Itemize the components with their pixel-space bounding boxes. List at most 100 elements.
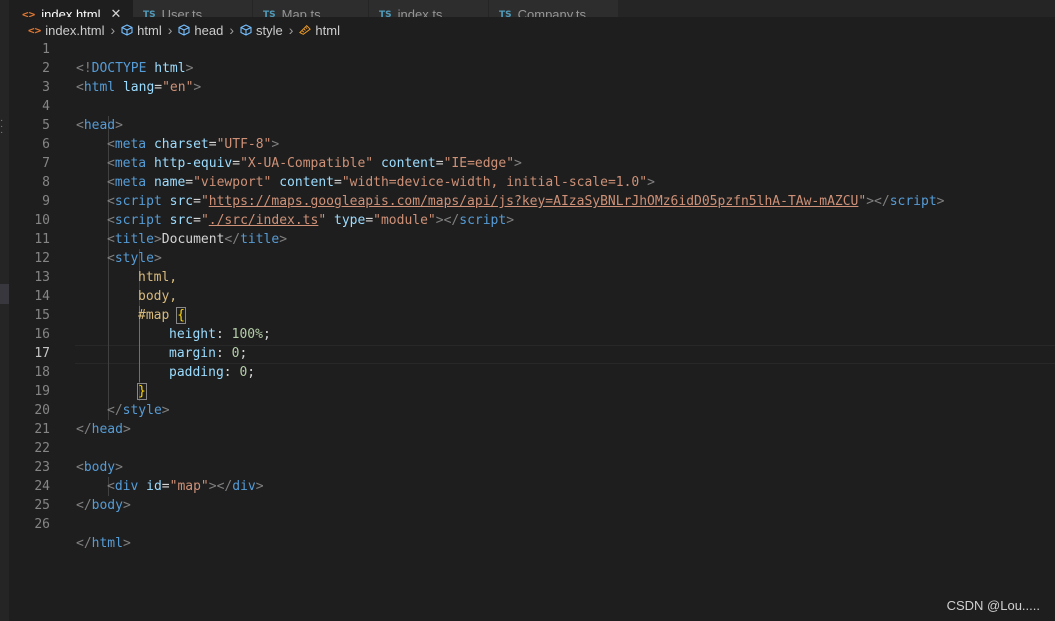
code-line-7: <meta name="viewport" content="width=dev… [107, 175, 655, 190]
token: name [153, 175, 186, 190]
breadcrumb-html[interactable]: html [121, 23, 162, 38]
token: = [154, 80, 163, 95]
token: src [169, 194, 194, 209]
typescript-file-icon: TS [499, 9, 512, 18]
token: #map [138, 308, 170, 323]
token: ; [247, 365, 256, 380]
breadcrumb-file[interactable]: <> index.html [28, 23, 105, 38]
code-line-12: html, [9, 249, 177, 285]
more-actions-icon[interactable]: · · · [0, 116, 3, 138]
token: lang [122, 80, 155, 95]
token: " [200, 194, 209, 209]
code-line-17: padding: 0; [9, 344, 255, 380]
bracket-match: } [137, 383, 147, 400]
token: src [169, 213, 194, 228]
token: body [91, 498, 123, 513]
symbol-cube-icon [240, 24, 252, 36]
code-line-1: <!DOCTYPE html> [9, 40, 193, 76]
token: meta [114, 156, 147, 171]
token: 100% [231, 327, 263, 342]
code-editor[interactable]: 1 2 3 4 5 6 7 8 9 10 11 12 13 14 15 16 17 18 19 20 21 22 23 24 2… [9, 40, 1055, 621]
token: "IE=edge" [443, 156, 515, 171]
code-line-15: height: 100%; [9, 306, 271, 342]
breadcrumb-label: html [315, 22, 340, 38]
code-line-4: <head> [76, 118, 123, 133]
token: padding [169, 365, 224, 380]
tab-index-ts[interactable]: TS index.ts [369, 0, 489, 17]
tab-label: Map.ts [281, 7, 321, 17]
typescript-file-icon: TS [379, 9, 392, 18]
tab-index-html[interactable]: <> index.html ✕ [9, 0, 133, 17]
token: DOCTYPE [91, 61, 147, 76]
breadcrumb-label: style [256, 22, 283, 38]
breadcrumb-head[interactable]: head [178, 23, 223, 38]
token: "width=device-width, initial-scale=1.0" [341, 175, 648, 190]
code-line-6: <meta http-equiv="X-UA-Compatible" conte… [107, 156, 522, 171]
chevron-right-icon: › [229, 22, 234, 38]
activity-bar-edge: · · · [0, 0, 9, 621]
token: meta [114, 175, 147, 190]
tab-label: Company.ts [517, 7, 587, 17]
token: title [114, 232, 154, 247]
token: id [146, 479, 162, 494]
token: "module" [373, 213, 436, 228]
token: content [380, 156, 436, 171]
token: ; [239, 346, 248, 361]
token: charset [153, 137, 209, 152]
chevron-right-icon: › [110, 22, 116, 38]
code-line-20: </head> [76, 422, 131, 437]
code-line-10: <title>Document</title> [107, 232, 288, 247]
code-line-5: <meta charset="UTF-8"> [107, 137, 280, 152]
token: html [83, 80, 116, 95]
tab-company-ts[interactable]: TS Company.ts [489, 0, 619, 17]
token: style [122, 403, 162, 418]
breadcrumb: <> index.html › html › head › style › ht… [9, 20, 1055, 40]
typescript-file-icon: TS [143, 9, 156, 18]
token: : [215, 327, 232, 342]
token: height [169, 327, 216, 342]
token: " [200, 213, 209, 228]
close-icon[interactable]: ✕ [111, 6, 122, 17]
token: "viewport" [193, 175, 272, 190]
token: script [889, 194, 937, 209]
script-src-link[interactable]: ./src/index.ts [209, 213, 319, 228]
token: html, [138, 270, 178, 285]
token: body [83, 460, 116, 475]
code-line-26: </html> [76, 536, 131, 551]
token: margin [169, 346, 216, 361]
token: http-equiv [153, 156, 233, 171]
token: Document [161, 232, 225, 247]
token: html [91, 536, 123, 551]
tab-bar: <> index.html ✕ TS User.ts TS Map.ts TS … [9, 0, 1055, 17]
html-file-icon: <> [22, 7, 36, 18]
token: style [114, 251, 154, 266]
chevron-right-icon: › [288, 22, 294, 38]
breadcrumb-css-selector[interactable]: html [299, 23, 340, 38]
symbol-cube-icon [121, 24, 133, 36]
token: head [91, 422, 123, 437]
token: "UTF-8" [216, 137, 272, 152]
breadcrumb-style[interactable]: style [240, 23, 283, 38]
code-line-24: </body> [76, 498, 131, 513]
code-line-18: } [9, 363, 147, 400]
code-line-22: <body> [76, 460, 123, 475]
breadcrumb-label: head [194, 22, 224, 38]
code-line-13: body, [9, 268, 177, 304]
code-line-8: <script src="https://maps.googleapis.com… [107, 194, 945, 209]
watermark: CSDN @Lou..... [946, 598, 1040, 613]
tab-label: User.ts [161, 7, 203, 17]
tab-map-ts[interactable]: TS Map.ts [253, 0, 369, 17]
token: "X-UA-Compatible" [240, 156, 374, 171]
token: title [240, 232, 280, 247]
token: : [215, 346, 232, 361]
code-line-11: <style> [107, 251, 162, 266]
token: type [334, 213, 366, 228]
code-line-14: #map { [9, 287, 186, 324]
typescript-file-icon: TS [263, 9, 276, 18]
token: ; [262, 327, 271, 342]
tab-label: index.ts [397, 7, 443, 17]
code-line-16: margin: 0; [9, 325, 247, 361]
token: div [114, 479, 139, 494]
script-src-link[interactable]: https://maps.googleapis.com/maps/api/js?… [209, 194, 859, 209]
tab-user-ts[interactable]: TS User.ts [133, 0, 253, 17]
